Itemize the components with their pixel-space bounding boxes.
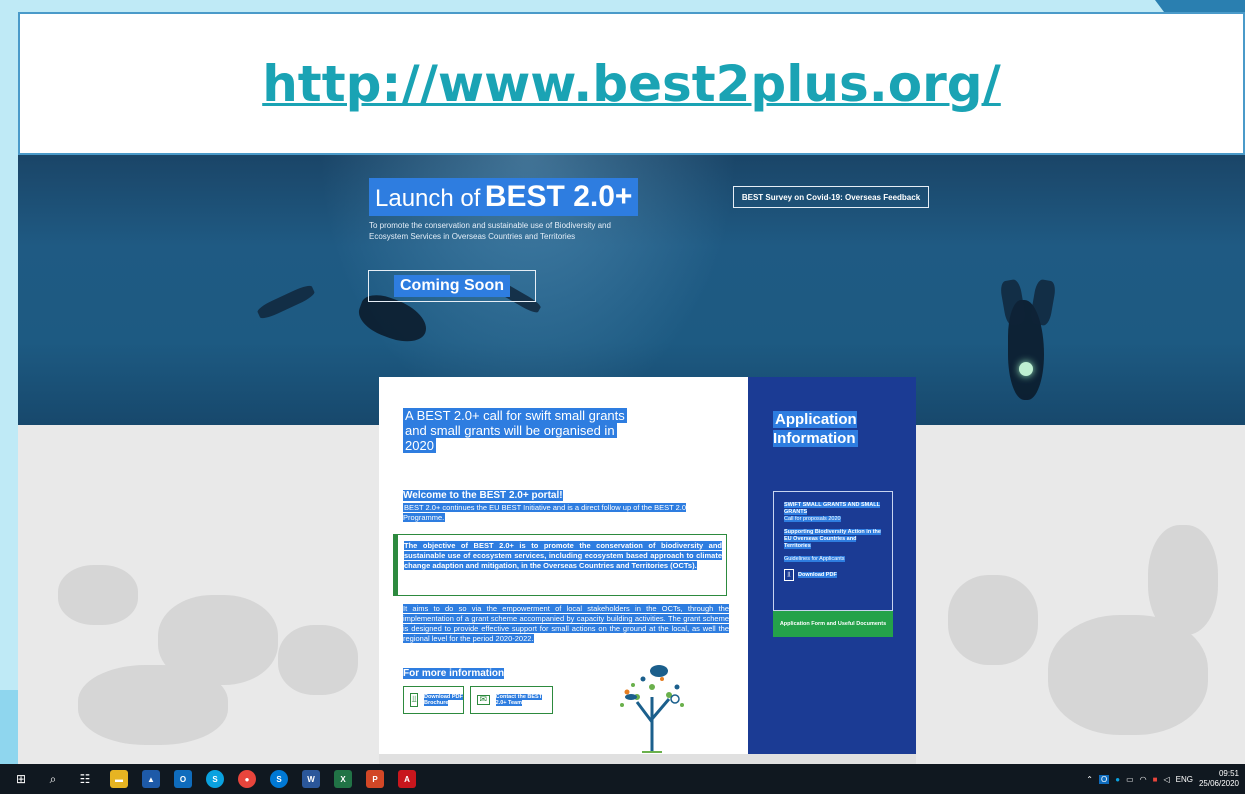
coming-soon-button[interactable]: Coming Soon [368,270,536,302]
diver-lamp [1019,362,1033,376]
outlook-tray-icon[interactable]: O [1098,774,1110,784]
content-card: A BEST 2.0+ call for swift small grants … [379,377,748,764]
guidelines-text: Guidelines for Applicants [784,556,845,562]
application-form-button[interactable]: Application Form and Useful Documents [773,611,893,637]
objective-callout: The objective of BEST 2.0+ is to promote… [393,534,727,596]
app-tray-icon[interactable]: ■ [1153,775,1158,784]
website-url-link[interactable]: http://www.best2plus.org/ [262,55,1001,113]
animal-silhouette [78,665,228,745]
excel-icon[interactable]: X [334,770,352,788]
launch-brand: BEST 2.0+ [484,180,633,213]
powerpoint-icon[interactable]: P [366,770,384,788]
call-announcement-text: A BEST 2.0+ call for swift small grants … [403,408,627,453]
pdf-icon: ⫫ [784,569,794,581]
application-info-title: Application Information [773,410,883,448]
welcome-title: Welcome to the BEST 2.0+ portal! [403,490,563,501]
objective-text: The objective of BEST 2.0+ is to promote… [404,541,722,570]
survey-button-label: BEST Survey on Covid-19: Overseas Feedba… [741,192,921,202]
application-info-title-text: Application Information [773,411,858,447]
pdf-icon: ⫫ [410,693,419,707]
call-year: Call for proposals 2020 [784,516,882,523]
download-pdf-link[interactable]: ⫫ Download PDF [784,569,882,581]
windows-start-icon[interactable]: ⊞ [10,768,32,790]
contact-team-text: Contact the BEST 2.0+ Team [495,693,543,706]
network-icon[interactable]: ▭ [1126,775,1134,784]
clock-date: 25/06/2020 [1198,779,1239,788]
contact-team-label: Contact the BEST 2.0+ Team [495,693,552,707]
clock[interactable]: 09:51 25/06/2020 [1199,769,1239,789]
volume-icon[interactable]: ◁ [1163,775,1169,784]
chevron-up-icon[interactable]: ⌃ [1086,775,1093,784]
welcome-text: BEST 2.0+ continues the EU BEST Initiati… [403,503,729,523]
more-info-title: For more information [403,668,505,679]
outlook-icon[interactable]: O [174,770,192,788]
envelope-icon: ✉ [477,695,490,705]
chrome-icon[interactable]: ● [238,770,256,788]
guidelines-link[interactable]: Guidelines for Applicants [784,556,882,563]
plant-silhouette [1148,525,1218,635]
biodiversity-tree-logo [620,665,684,753]
application-sidebar: Application Information SWIFT SMALL GRAN… [748,377,916,764]
diver-fin [1029,278,1057,327]
acrobat-icon[interactable]: A [398,770,416,788]
supporting-text: Supporting Biodiversity Action in the EU… [784,529,881,549]
grants-info-box: SWIFT SMALL GRANTS AND SMALL GRANTS Call… [773,491,893,611]
system-tray: ⌃ O ● ▭ ◠ ■ ◁ ENG 09:51 25/06/2020 [1086,764,1239,794]
coming-soon-label: Coming Soon [394,275,510,297]
word-icon[interactable]: W [302,770,320,788]
call-announcement: A BEST 2.0+ call for swift small grants … [403,408,643,453]
download-brochure-label: Download PDF Brochure [424,693,463,707]
supporting-title: Supporting Biodiversity Action in the EU… [784,529,882,550]
skype-icon[interactable]: S [206,770,224,788]
skype-tray-icon[interactable]: ● [1115,775,1120,784]
app-icon-1[interactable]: ▲ [142,770,160,788]
call-year-text: Call for proposals 2020 [784,516,841,522]
url-banner: http://www.best2plus.org/ [18,12,1245,155]
diver-fin [255,282,317,322]
download-brochure-button[interactable]: ⫫ Download PDF Brochure [403,686,464,714]
download-pdf-text: Download PDF [798,571,837,578]
grants-title: SWIFT SMALL GRANTS AND SMALL GRANTS [784,502,882,516]
windows-taskbar: ⊞ ⌕ ☷ ▬ ▲ O S ● S W X P A ⌃ O ● ▭ ◠ ■ ◁ … [0,764,1245,794]
download-pdf-label: Download PDF [798,571,837,579]
skype-business-icon[interactable]: S [270,770,288,788]
launch-subtitle: To promote the conservation and sustaina… [369,221,611,241]
aims-paragraph: It aims to do so via the empowerment of … [403,604,729,644]
launch-prefix: Launch of [375,185,481,212]
wifi-icon[interactable]: ◠ [1140,775,1147,784]
grants-title-text: SWIFT SMALL GRANTS AND SMALL GRANTS [784,502,880,515]
website-screenshot: Launch of BEST 2.0+ To promote the conse… [18,150,1245,764]
card-bottom-strip [379,754,916,764]
language-indicator[interactable]: ENG [1176,775,1193,784]
aims-text: It aims to do so via the empowerment of … [403,604,729,643]
file-explorer-icon[interactable]: ▬ [110,770,128,788]
search-icon[interactable]: ⌕ [42,768,64,790]
welcome-text-content: BEST 2.0+ continues the EU BEST Initiati… [403,503,687,522]
survey-button[interactable]: BEST Survey on Covid-19: Overseas Feedba… [733,186,929,208]
animal-silhouette [948,575,1038,665]
clock-time: 09:51 [1218,769,1239,778]
contact-team-button[interactable]: ✉ Contact the BEST 2.0+ Team [470,686,553,714]
download-brochure-text: Download PDF Brochure [424,693,463,706]
launch-heading: Launch of BEST 2.0+ To promote the conse… [369,178,639,242]
animal-silhouette [58,565,138,625]
animal-silhouette [278,625,358,695]
diver-fin [999,278,1027,327]
task-view-icon[interactable]: ☷ [74,768,96,790]
